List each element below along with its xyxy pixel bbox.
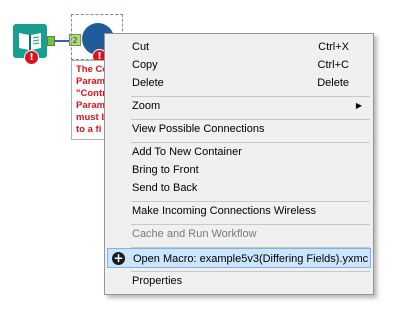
menu-item-copy[interactable]: Copy Ctrl+C bbox=[107, 55, 371, 75]
menu-item-make-incoming-wireless[interactable]: Make Incoming Connections Wireless bbox=[107, 201, 371, 221]
context-menu: Cut Ctrl+X Copy Ctrl+C Delete Delete Zoo… bbox=[104, 33, 374, 295]
menu-item-label: Open Macro: example5v3(Differing Fields)… bbox=[133, 253, 369, 265]
menu-item-open-macro[interactable]: + Open Macro: example5v3(Differing Field… bbox=[107, 248, 371, 268]
error-icon: ! bbox=[24, 50, 39, 65]
menu-item-delete[interactable]: Delete Delete bbox=[107, 73, 371, 93]
workflow-canvas[interactable]: ! 2 ! The Co Param "Contr Param must b t… bbox=[0, 0, 400, 311]
menu-item-label: Delete bbox=[132, 77, 164, 89]
menu-item-label: Send to Back bbox=[132, 182, 198, 194]
menu-item-cut[interactable]: Cut Ctrl+X bbox=[107, 37, 371, 57]
submenu-arrow-icon: ▶ bbox=[355, 101, 362, 110]
menu-item-label: Add To New Container bbox=[132, 146, 242, 158]
plus-circle-icon: + bbox=[112, 251, 125, 265]
menu-item-add-to-new-container[interactable]: Add To New Container bbox=[107, 142, 371, 162]
menu-item-properties[interactable]: Properties bbox=[107, 271, 371, 291]
menu-item-label: View Possible Connections bbox=[132, 123, 265, 135]
menu-item-shortcut: Delete bbox=[317, 77, 349, 89]
connection-line[interactable] bbox=[54, 40, 70, 42]
menu-item-shortcut: Ctrl+C bbox=[317, 59, 349, 71]
menu-item-label: Zoom bbox=[132, 100, 161, 112]
menu-item-zoom[interactable]: Zoom ▶ bbox=[107, 96, 371, 116]
menu-item-bring-to-front[interactable]: Bring to Front bbox=[107, 160, 371, 180]
menu-item-label: Make Incoming Connections Wireless bbox=[132, 205, 317, 217]
menu-item-label: Properties bbox=[132, 275, 183, 287]
menu-item-label: Bring to Front bbox=[132, 164, 199, 176]
menu-item-view-possible-connections[interactable]: View Possible Connections bbox=[107, 119, 371, 139]
menu-item-label: Cut bbox=[132, 41, 150, 53]
menu-item-shortcut: Ctrl+X bbox=[318, 41, 349, 53]
menu-item-cache-and-run: Cache and Run Workflow bbox=[107, 224, 371, 244]
menu-item-send-to-back[interactable]: Send to Back bbox=[107, 178, 371, 198]
menu-item-label: Copy bbox=[132, 59, 158, 71]
menu-item-label: Cache and Run Workflow bbox=[132, 228, 257, 240]
